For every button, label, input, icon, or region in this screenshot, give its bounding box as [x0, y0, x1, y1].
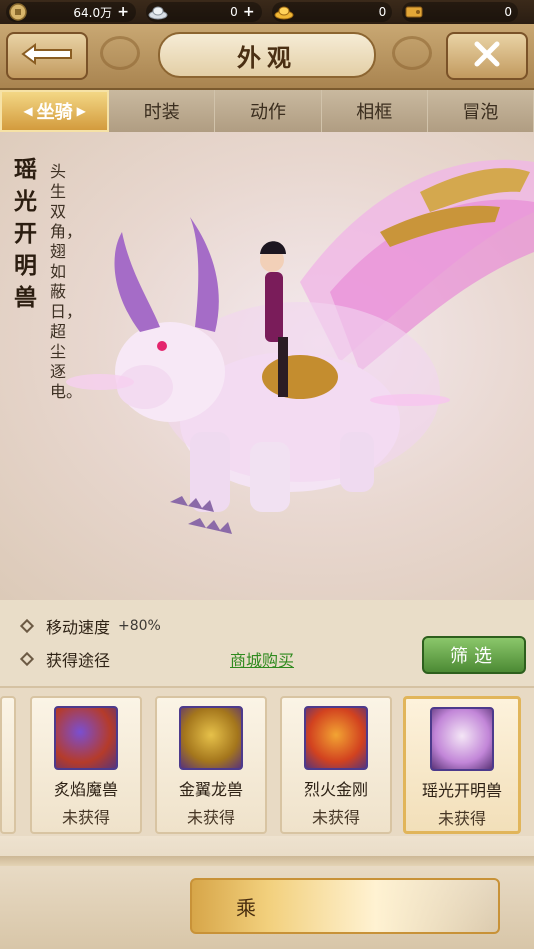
- tab-frame[interactable]: 相框: [321, 90, 428, 132]
- ride-button-label: 乘: [236, 895, 256, 920]
- mount-thumbnail: [54, 706, 118, 770]
- tab-bubble[interactable]: 冒泡: [427, 90, 534, 132]
- gold-currency: 0: [271, 2, 393, 22]
- ornament-left: [100, 36, 140, 70]
- silver-coin-currency: 64.0万 +: [6, 2, 137, 22]
- silver-coin-value: 64.0万: [73, 5, 113, 20]
- tab-arrow-right-icon: ▶: [76, 104, 86, 118]
- tab-bar: ◀ 坐骑 ▶ 时装 动作 相框 冒泡: [0, 90, 534, 132]
- mount-thumbnail: [304, 706, 368, 770]
- ingot-value: 0: [230, 5, 238, 19]
- tab-label: 冒泡: [462, 102, 499, 123]
- diamond-bullet-icon: [19, 618, 35, 634]
- currency-bar: 64.0万 + 0 + 0 0: [0, 0, 534, 24]
- mount-card-partial[interactable]: [0, 696, 16, 834]
- speed-value: +80%: [118, 618, 161, 634]
- tab-fashion[interactable]: 时装: [109, 90, 216, 132]
- source-stat: 获得途径: [19, 647, 111, 671]
- page-title: 外观: [158, 32, 376, 78]
- add-silver-coin-icon[interactable]: +: [116, 5, 130, 19]
- add-ingot-icon[interactable]: +: [242, 5, 256, 19]
- mount-card-selected[interactable]: 瑶光开明兽 未获得: [403, 696, 521, 834]
- back-button[interactable]: [6, 32, 88, 80]
- back-arrow-icon: [19, 41, 75, 71]
- tab-label: 坐骑: [36, 102, 73, 123]
- title-bar: 外观: [0, 24, 534, 90]
- speed-label: 移动速度: [46, 618, 111, 637]
- mount-card[interactable]: 烈火金刚 未获得: [280, 696, 392, 834]
- ride-button[interactable]: 乘: [190, 878, 500, 934]
- mount-name: 瑶光开明兽: [14, 156, 37, 311]
- close-button[interactable]: [446, 32, 528, 80]
- speed-stat: 移动速度 +80%: [19, 614, 161, 638]
- coin-icon: [8, 3, 28, 21]
- mount-description: 头生双角，翅如蔽日，超尘逐电。: [50, 162, 83, 401]
- ingot-currency: 0 +: [146, 2, 262, 22]
- mount-card-name: 炙焰魔兽: [53, 780, 118, 799]
- ticket-icon: [404, 3, 424, 21]
- mount-preview[interactable]: 瑶光开明兽 头生双角，翅如蔽日，超尘逐电。: [0, 132, 534, 600]
- tab-action[interactable]: 动作: [215, 90, 322, 132]
- tab-label: 时装: [143, 102, 180, 123]
- close-icon: [472, 39, 502, 73]
- filter-button[interactable]: 筛选: [422, 636, 526, 674]
- diamond-bullet-icon: [19, 651, 35, 667]
- tab-arrow-left-icon: ◀: [23, 104, 33, 118]
- tab-label: 相框: [356, 102, 393, 123]
- ticket-currency: 0: [402, 2, 518, 22]
- mount-list: 炙焰魔兽 未获得 金翼龙兽 未获得 烈火金刚 未获得 瑶光开明兽 未获得: [0, 686, 534, 836]
- tab-label: 动作: [250, 102, 286, 123]
- mount-card-name: 烈火金刚: [303, 780, 368, 799]
- mount-card[interactable]: 金翼龙兽 未获得: [155, 696, 267, 834]
- mount-model-image: [66, 159, 534, 534]
- ornament-right: [392, 36, 432, 70]
- mount-card-status: 未获得: [311, 808, 360, 827]
- ticket-value: 0: [504, 5, 512, 19]
- source-label: 获得途径: [46, 651, 111, 670]
- bottom-divider: [0, 856, 534, 866]
- mount-card-status: 未获得: [437, 809, 486, 828]
- mount-card[interactable]: 炙焰魔兽 未获得: [30, 696, 142, 834]
- gold-ingot-icon: [274, 3, 294, 21]
- mount-thumbnail: [179, 706, 243, 770]
- mount-card-status: 未获得: [61, 808, 110, 827]
- gold-value: 0: [378, 5, 387, 19]
- mount-thumbnail: [430, 707, 494, 771]
- mount-card-status: 未获得: [186, 808, 235, 827]
- tab-mount[interactable]: ◀ 坐骑 ▶: [0, 90, 110, 132]
- shop-purchase-link[interactable]: 商城购买: [230, 647, 294, 671]
- silver-ingot-icon: [148, 3, 168, 21]
- mount-card-name: 金翼龙兽: [178, 780, 243, 799]
- mount-card-name: 瑶光开明兽: [421, 781, 502, 800]
